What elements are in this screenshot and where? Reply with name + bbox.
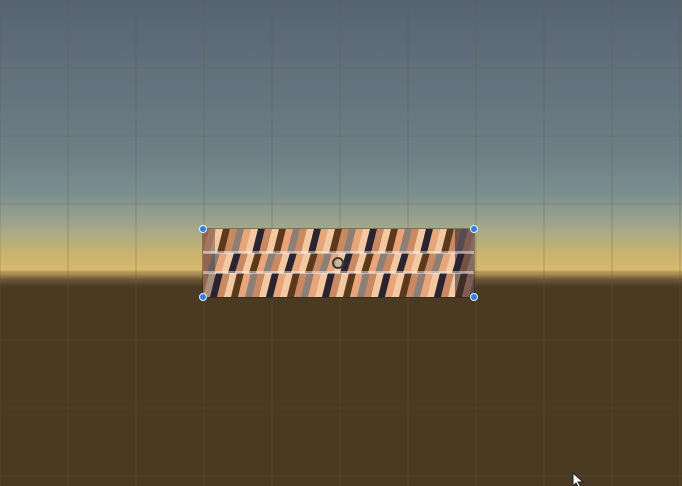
arrow-cursor-icon bbox=[572, 472, 585, 486]
rect-handle-bottom-right[interactable] bbox=[470, 293, 478, 301]
scene-view[interactable] bbox=[0, 0, 682, 486]
rect-handle-bottom-left[interactable] bbox=[199, 293, 207, 301]
rect-handle-top-left[interactable] bbox=[199, 225, 207, 233]
rect-handle-top-right[interactable] bbox=[470, 225, 478, 233]
pivot-icon[interactable] bbox=[332, 257, 344, 269]
